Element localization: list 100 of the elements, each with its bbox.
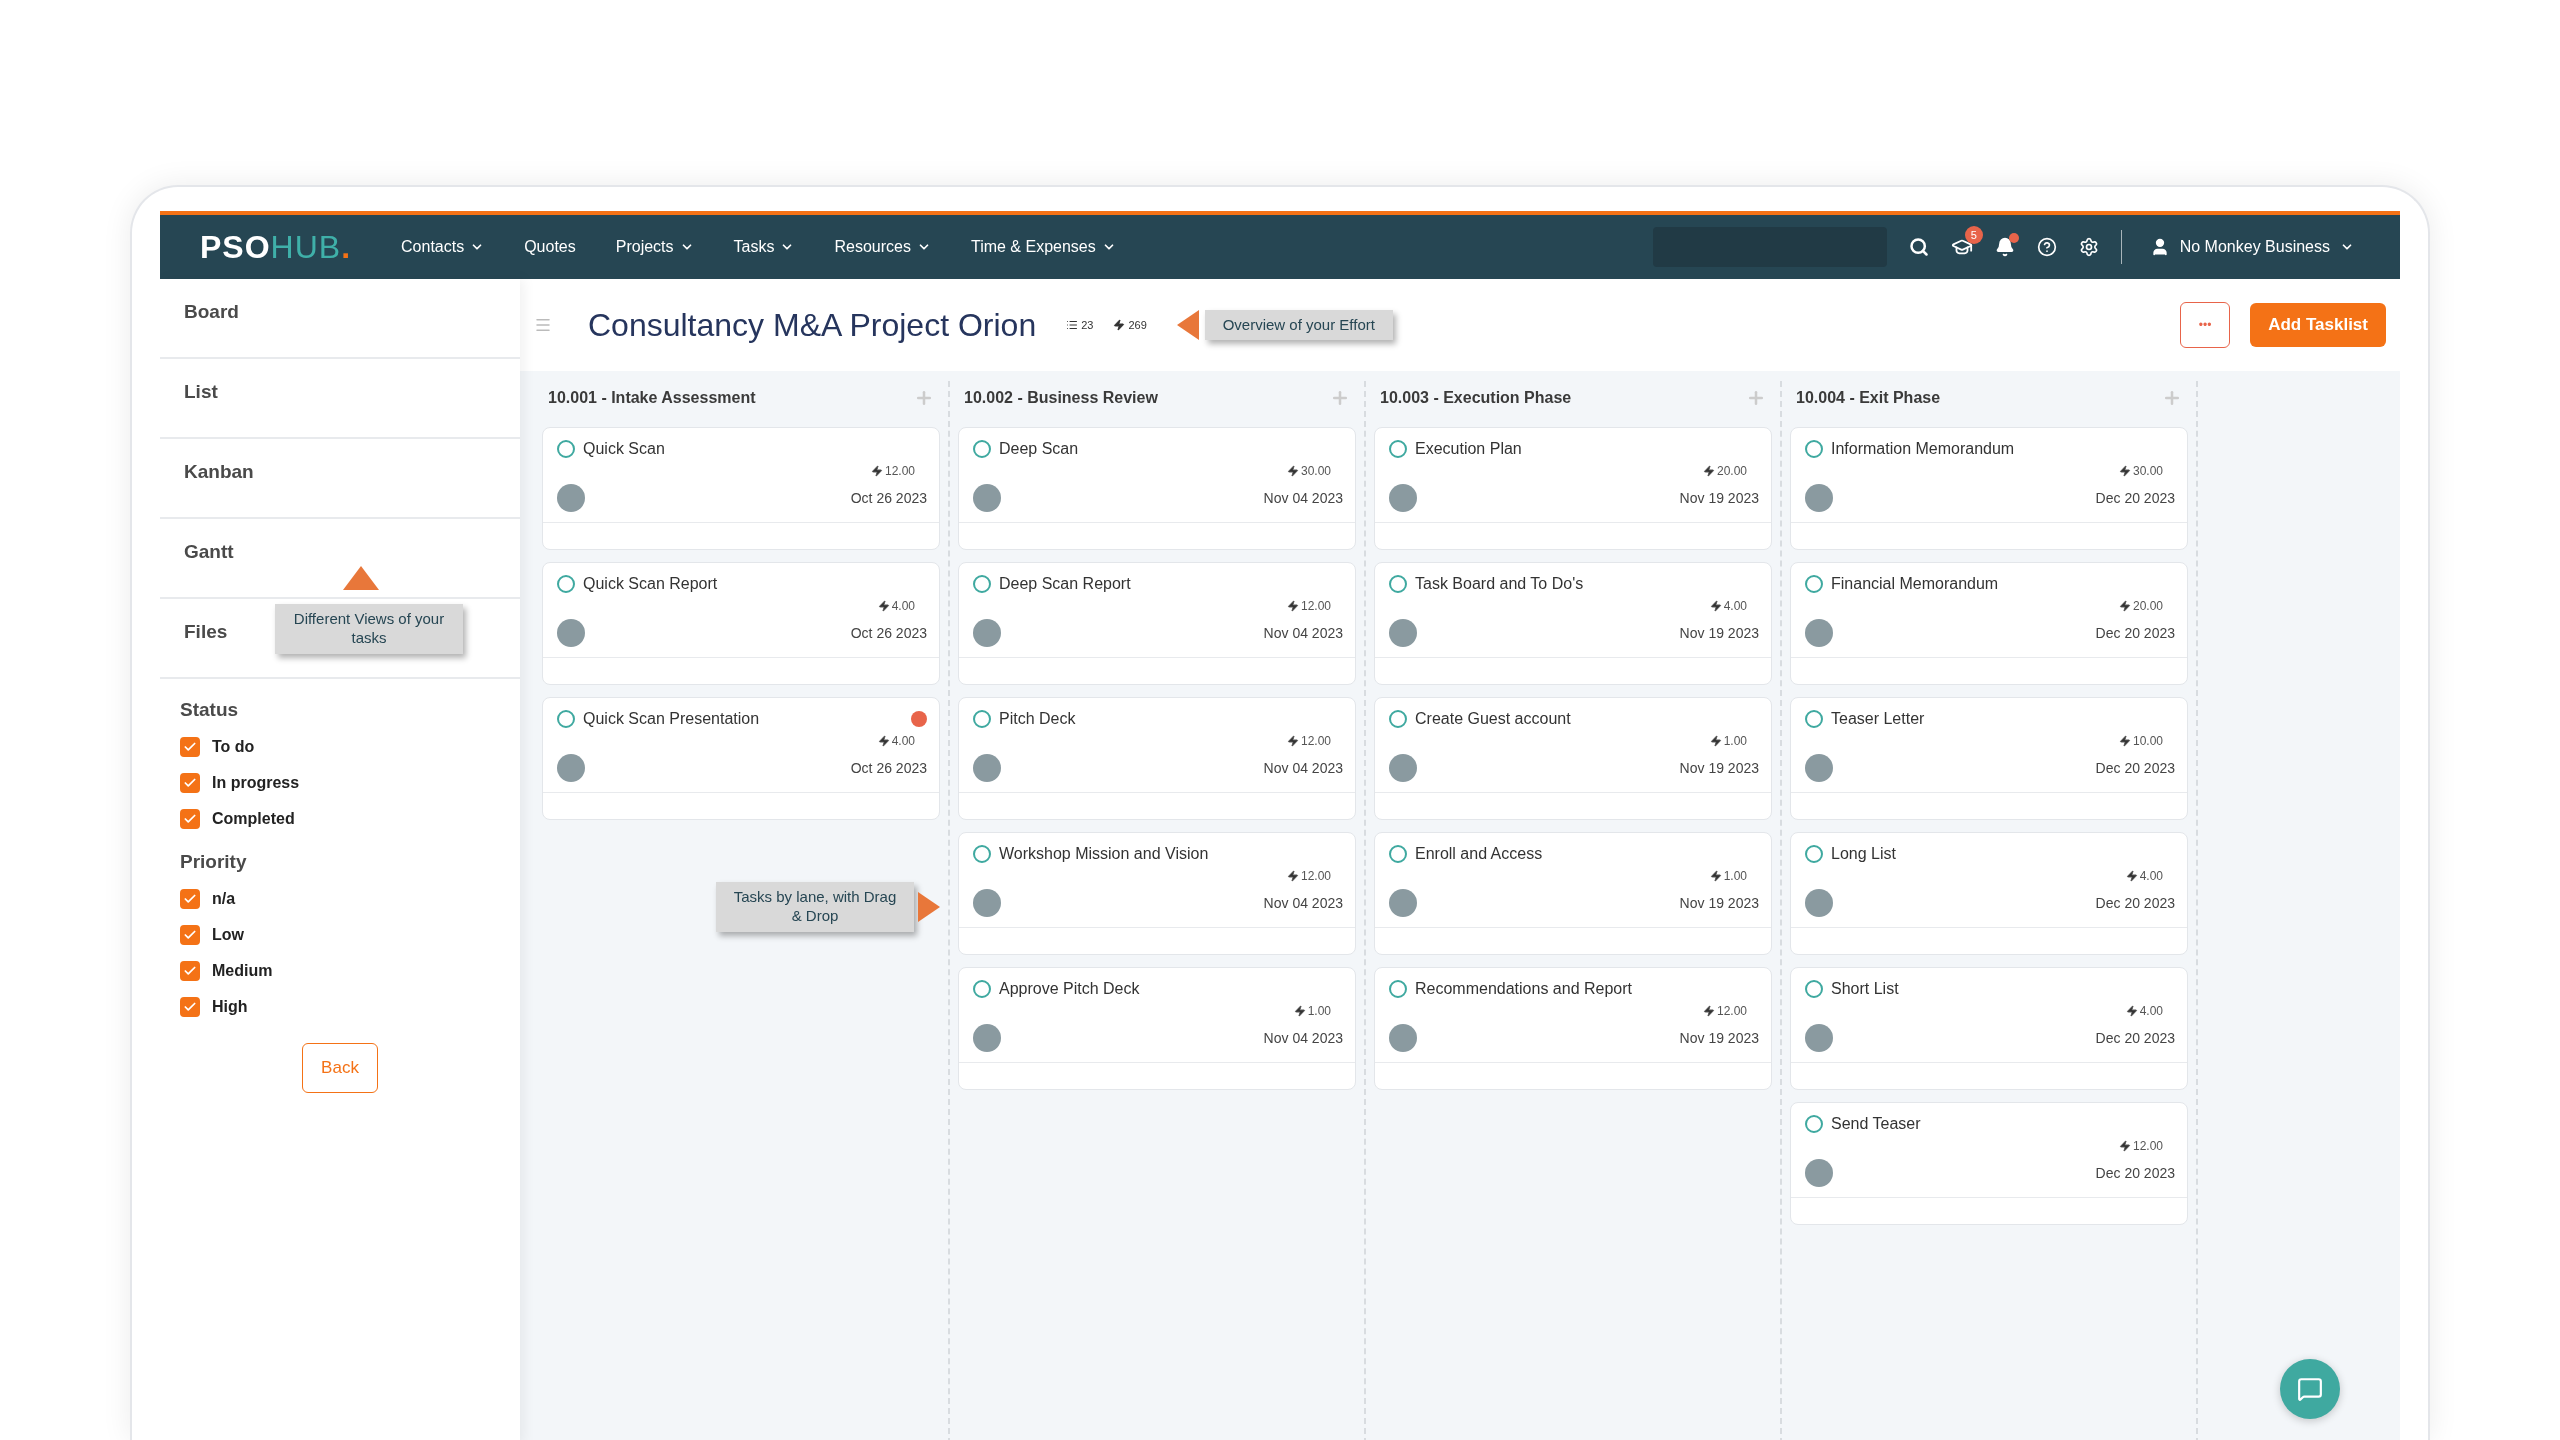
complete-toggle[interactable] <box>1805 1115 1823 1133</box>
effort-label: 12.00 <box>1286 599 1331 613</box>
effort-label: 1.00 <box>1709 734 1747 748</box>
lane-title: 10.003 - Execution Phase <box>1380 389 1572 407</box>
complete-toggle[interactable] <box>1805 845 1823 863</box>
filter-checkbox[interactable]: n/a <box>180 889 500 909</box>
avatar <box>557 754 585 782</box>
task-card[interactable]: Pitch Deck 12.00 Nov 04 2023 <box>958 697 1356 820</box>
complete-toggle[interactable] <box>1389 980 1407 998</box>
complete-toggle[interactable] <box>557 710 575 728</box>
task-card[interactable]: Quick Scan Report 4.00 Oct 26 2023 <box>542 562 940 685</box>
effort-label: 4.00 <box>2125 869 2163 883</box>
task-title: Workshop Mission and Vision <box>999 845 1209 863</box>
task-card[interactable]: Long List 4.00 Dec 20 2023 <box>1790 832 2188 955</box>
task-card[interactable]: Workshop Mission and Vision 12.00 Nov 04 2023 <box>958 832 1356 955</box>
due-date: Dec 20 2023 <box>2095 625 2175 641</box>
effort-label: 4.00 <box>877 599 915 613</box>
task-card[interactable]: Execution Plan 20.00 Nov 19 2023 <box>1374 427 1772 550</box>
nav-item[interactable]: Time & Expenses <box>970 238 1116 256</box>
task-card[interactable]: Financial Memorandum 20.00 Dec 20 2023 <box>1790 562 2188 685</box>
task-title: Create Guest account <box>1415 710 1571 728</box>
task-card[interactable]: Approve Pitch Deck 1.00 Nov 04 2023 <box>958 967 1356 1090</box>
complete-toggle[interactable] <box>1805 440 1823 458</box>
logo[interactable]: PSOHUB. <box>200 228 352 266</box>
task-card[interactable]: Quick Scan 12.00 Oct 26 2023 <box>542 427 940 550</box>
chat-button[interactable] <box>2280 1359 2340 1419</box>
check-icon <box>183 964 197 978</box>
task-card[interactable]: Task Board and To Do's 4.00 Nov 19 2023 <box>1374 562 1772 685</box>
list-icon <box>1066 319 1079 331</box>
task-card[interactable]: Create Guest account 1.00 Nov 19 2023 <box>1374 697 1772 820</box>
task-card[interactable]: Short List 4.00 Dec 20 2023 <box>1790 967 2188 1090</box>
avatar <box>1389 619 1417 647</box>
bolt-icon <box>2118 465 2131 477</box>
due-date: Nov 04 2023 <box>1263 1030 1343 1046</box>
filter-checkbox[interactable]: Completed <box>180 809 500 829</box>
nav-item[interactable]: Contacts <box>401 238 485 256</box>
task-title: Approve Pitch Deck <box>999 980 1140 998</box>
lane-title: 10.004 - Exit Phase <box>1796 389 1941 407</box>
effort-label: 30.00 <box>2118 464 2163 478</box>
effort-total: 269 <box>1113 319 1147 331</box>
task-card[interactable]: Information Memorandum 30.00 Dec 20 2023 <box>1790 427 2188 550</box>
effort-label: 4.00 <box>877 734 915 748</box>
complete-toggle[interactable] <box>1389 710 1407 728</box>
complete-toggle[interactable] <box>557 575 575 593</box>
task-title: Financial Memorandum <box>1831 575 1999 593</box>
bolt-icon <box>1702 465 1715 477</box>
complete-toggle[interactable] <box>973 710 991 728</box>
nav-item[interactable]: Projects <box>615 238 694 256</box>
task-card[interactable]: Deep Scan 30.00 Nov 04 2023 <box>958 427 1356 550</box>
complete-toggle[interactable] <box>1805 980 1823 998</box>
complete-toggle[interactable] <box>1389 845 1407 863</box>
task-card[interactable]: Deep Scan Report 12.00 Nov 04 2023 <box>958 562 1356 685</box>
add-icon[interactable] <box>914 388 934 408</box>
filter-checkbox[interactable]: To do <box>180 737 500 757</box>
add-icon[interactable] <box>1746 388 1766 408</box>
bolt-icon <box>877 735 890 747</box>
task-count: 23 <box>1066 319 1094 331</box>
task-title: Teaser Letter <box>1831 710 1925 728</box>
task-card[interactable]: Enroll and Access 1.00 Nov 19 2023 <box>1374 832 1772 955</box>
avatar <box>1805 1024 1833 1052</box>
complete-toggle[interactable] <box>1389 440 1407 458</box>
task-title: Execution Plan <box>1415 440 1522 458</box>
bolt-icon <box>1286 735 1299 747</box>
task-title: Quick Scan Presentation <box>583 710 760 728</box>
bolt-icon <box>2118 735 2131 747</box>
callout: Tasks by lane, with Drag & Drop <box>716 882 914 932</box>
menu-icon[interactable] <box>534 316 552 334</box>
bolt-icon <box>2125 870 2138 882</box>
task-card[interactable]: Teaser Letter 10.00 Dec 20 2023 <box>1790 697 2188 820</box>
avatar <box>1805 484 1833 512</box>
complete-toggle[interactable] <box>557 440 575 458</box>
add-icon[interactable] <box>2162 388 2182 408</box>
nav-item[interactable]: Tasks <box>733 238 795 256</box>
complete-toggle[interactable] <box>973 980 991 998</box>
task-card[interactable]: Recommendations and Report 12.00 Nov 19 2023 <box>1374 967 1772 1090</box>
settings-icon[interactable] <box>2078 237 2099 257</box>
complete-toggle[interactable] <box>1805 710 1823 728</box>
due-date: Oct 26 2023 <box>850 760 927 776</box>
complete-toggle[interactable] <box>1805 575 1823 593</box>
nav-item[interactable]: Quotes <box>524 238 576 256</box>
account-menu[interactable]: No Monkey Business <box>2143 236 2360 258</box>
filter-checkbox[interactable]: Low <box>180 925 500 945</box>
filter-checkbox[interactable]: In progress <box>180 773 500 793</box>
task-card[interactable]: Quick Scan Presentation 4.00 Oct 26 2023 <box>542 697 940 820</box>
filter-checkbox[interactable]: Medium <box>180 961 500 981</box>
effort-label: 20.00 <box>1702 464 1747 478</box>
task-card[interactable]: Send Teaser 12.00 Dec 20 2023 <box>1790 1102 2188 1225</box>
bolt-icon <box>1286 465 1299 477</box>
due-date: Oct 26 2023 <box>850 490 927 506</box>
nav-item[interactable]: Resources <box>834 238 931 256</box>
filter-checkbox[interactable]: High <box>180 997 500 1017</box>
complete-toggle[interactable] <box>973 440 991 458</box>
add-icon[interactable] <box>1330 388 1350 408</box>
search-icon[interactable] <box>1908 237 1929 257</box>
help-icon[interactable] <box>2036 237 2057 257</box>
pointer-triangle-icon <box>918 891 940 922</box>
complete-toggle[interactable] <box>973 845 991 863</box>
complete-toggle[interactable] <box>973 575 991 593</box>
complete-toggle[interactable] <box>1389 575 1407 593</box>
effort-label: 12.00 <box>2118 1139 2163 1153</box>
